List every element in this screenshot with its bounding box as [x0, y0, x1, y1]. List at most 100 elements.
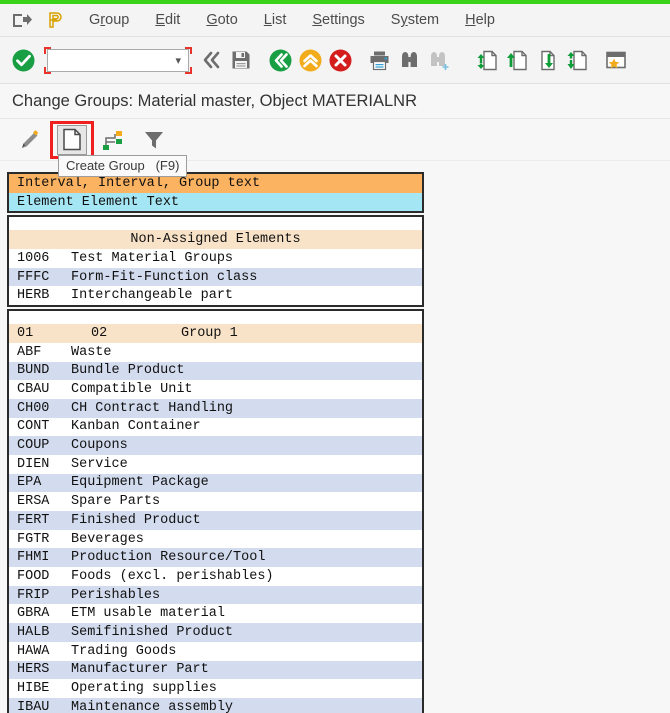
- yellow-up-icon: [298, 48, 323, 73]
- table-row[interactable]: IBAUMaintenance assembly: [9, 698, 422, 713]
- cancel-button[interactable]: [325, 44, 355, 76]
- table-row[interactable]: GBRAETM usable material: [9, 604, 422, 623]
- table-row[interactable]: BUNDBundle Product: [9, 362, 422, 381]
- table-row[interactable]: 1006Test Material Groups: [9, 249, 422, 268]
- row-element-key: CONT: [9, 419, 71, 434]
- last-page-button[interactable]: [562, 44, 592, 76]
- page-down-icon: [536, 49, 559, 72]
- table-row[interactable]: FERTFinished Product: [9, 511, 422, 530]
- chevron-down-icon[interactable]: ▾: [175, 54, 181, 67]
- structure-button[interactable]: [94, 123, 134, 157]
- print-button[interactable]: [364, 44, 394, 76]
- table-row[interactable]: CONTKanban Container: [9, 418, 422, 437]
- find-next-button[interactable]: [424, 44, 454, 76]
- row-element-text: Test Material Groups: [71, 251, 422, 266]
- main-toolbar: ▾: [0, 37, 670, 84]
- sap-logo-icon[interactable]: [42, 9, 70, 31]
- printer-icon: [368, 49, 391, 72]
- menu-item-goto[interactable]: Goto: [193, 10, 250, 30]
- menu-item-list[interactable]: List: [251, 10, 300, 30]
- table-row[interactable]: HERSManufacturer Part: [9, 661, 422, 680]
- table-row[interactable]: FHMIProduction Resource/Tool: [9, 548, 422, 567]
- command-field[interactable]: ▾: [44, 47, 192, 74]
- red-cancel-icon: [328, 48, 353, 73]
- create-group-button[interactable]: [50, 121, 94, 159]
- group-name: Group 1: [181, 326, 422, 341]
- menu-item-edit[interactable]: Edit: [142, 10, 193, 30]
- table-row[interactable]: DIENService: [9, 455, 422, 474]
- non-assigned-header[interactable]: Non-Assigned Elements: [9, 230, 422, 249]
- next-page-button[interactable]: [532, 44, 562, 76]
- row-element-text: Interchangeable part: [71, 288, 422, 303]
- row-element-key: DIEN: [9, 457, 71, 472]
- row-element-text: Beverages: [71, 532, 422, 547]
- group-interval-to: 02: [91, 326, 181, 341]
- table-row[interactable]: CH00CH Contract Handling: [9, 399, 422, 418]
- table-row[interactable]: ABFWaste: [9, 343, 422, 362]
- row-element-text: Spare Parts: [71, 494, 422, 509]
- green-back-icon: [268, 48, 293, 73]
- first-page-button[interactable]: [472, 44, 502, 76]
- page-title: Change Groups: Material master, Object M…: [12, 92, 417, 111]
- table-row[interactable]: COUPCoupons: [9, 436, 422, 455]
- menu-item-group[interactable]: Group: [76, 10, 142, 30]
- table-row[interactable]: HIBEOperating supplies: [9, 679, 422, 698]
- funnel-icon: [142, 128, 166, 152]
- find-button[interactable]: [394, 44, 424, 76]
- row-element-key: HERB: [9, 288, 71, 303]
- back-button[interactable]: [265, 44, 295, 76]
- row-element-key: HAWA: [9, 644, 71, 659]
- history-button[interactable]: [196, 44, 226, 76]
- group-panel: 01 02 Group 1 ABFWasteBUNDBundle Product…: [7, 309, 424, 713]
- pencil-icon: [18, 128, 42, 152]
- system-menu-icon[interactable]: [8, 9, 36, 31]
- change-button[interactable]: [10, 123, 50, 157]
- table-row[interactable]: FRIPPerishables: [9, 586, 422, 605]
- group-header-row[interactable]: 01 02 Group 1: [9, 324, 422, 343]
- page-up-icon: [506, 49, 529, 72]
- row-element-key: ABF: [9, 345, 71, 360]
- menu-item-system[interactable]: System: [378, 10, 452, 30]
- menu-item-settings[interactable]: Settings: [299, 10, 377, 30]
- filter-button[interactable]: [134, 123, 174, 157]
- exit-button[interactable]: [295, 44, 325, 76]
- panel-spacer: [9, 217, 422, 230]
- row-element-text: Manufacturer Part: [71, 662, 422, 677]
- row-element-text: Perishables: [71, 588, 422, 603]
- row-element-text: Equipment Package: [71, 475, 422, 490]
- page-last-icon: [566, 49, 589, 72]
- row-element-key: BUND: [9, 363, 71, 378]
- table-row[interactable]: FOODFoods (excl. perishables): [9, 567, 422, 586]
- double-chevron-left-icon: [200, 49, 222, 71]
- table-row[interactable]: CBAUCompatible Unit: [9, 380, 422, 399]
- floppy-disk-icon: [230, 49, 252, 71]
- row-element-key: FERT: [9, 513, 71, 528]
- row-element-text: Semifinished Product: [71, 625, 422, 640]
- group-rows[interactable]: ABFWasteBUNDBundle ProductCBAUCompatible…: [9, 343, 422, 713]
- group-list-area[interactable]: Interval, Interval, Group text Element E…: [7, 172, 424, 713]
- row-element-key: FHMI: [9, 550, 71, 565]
- row-element-text: CH Contract Handling: [71, 401, 422, 416]
- row-element-text: Finished Product: [71, 513, 422, 528]
- row-element-text: Service: [71, 457, 422, 472]
- table-row[interactable]: HAWATrading Goods: [9, 642, 422, 661]
- table-row[interactable]: FGTRBeverages: [9, 530, 422, 549]
- non-assigned-rows[interactable]: 1006Test Material GroupsFFFCForm-Fit-Fun…: [9, 249, 422, 305]
- table-row[interactable]: HALBSemifinished Product: [9, 623, 422, 642]
- favorites-button[interactable]: [601, 44, 631, 76]
- previous-page-button[interactable]: [502, 44, 532, 76]
- menu-item-help[interactable]: Help: [452, 10, 508, 30]
- table-row[interactable]: FFFCForm-Fit-Function class: [9, 268, 422, 287]
- enter-button[interactable]: [8, 44, 38, 76]
- table-row[interactable]: HERBInterchangeable part: [9, 286, 422, 305]
- row-element-key: FOOD: [9, 569, 71, 584]
- save-button[interactable]: [226, 44, 256, 76]
- row-element-key: CBAU: [9, 382, 71, 397]
- table-row[interactable]: ERSASpare Parts: [9, 492, 422, 511]
- row-element-key: HALB: [9, 625, 71, 640]
- row-element-key: FGTR: [9, 532, 71, 547]
- hierarchy-icon: [102, 128, 126, 152]
- panel-spacer: [9, 311, 422, 324]
- application-toolbar: Create Group (F9): [0, 119, 670, 161]
- table-row[interactable]: EPAEquipment Package: [9, 474, 422, 493]
